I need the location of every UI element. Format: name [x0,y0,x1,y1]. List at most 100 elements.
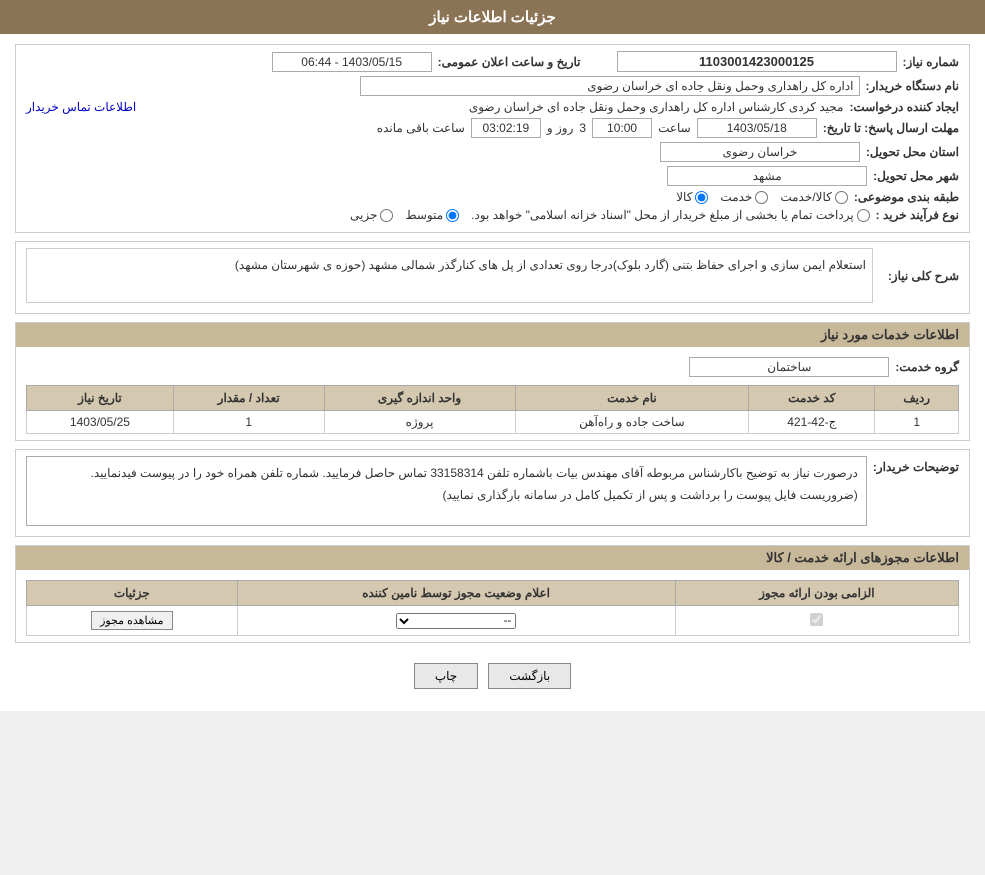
buyer-org-value: اداره کل راهداری وحمل ونقل جاده ای خراسا… [360,76,860,96]
purchase-radio-jozi[interactable] [380,209,393,222]
purchase-type-row: نوع فرآیند خرید : پرداخت تمام یا بخشی از… [26,208,959,222]
perm-status-cell: -- [237,606,675,636]
main-content: شماره نیاز: 1103001423000125 تاریخ و ساع… [0,34,985,711]
cell-date: 1403/05/25 [27,411,174,434]
deadline-label: مهلت ارسال پاسخ: تا تاریخ: [823,121,959,135]
notes-row: توضیحات خریدار: درصورت نیاز به توضیح باک… [26,456,959,526]
purchase-type-label: نوع فرآیند خرید : [876,208,959,222]
service-group-value: ساختمان [689,357,889,377]
creator-value: مجید کردی کارشناس اداره کل راهداری وحمل … [142,100,843,114]
bottom-buttons: بازگشت چاپ [15,651,970,701]
purchase-label-jozi: جزیی [350,208,377,222]
purchase-option-jozi: جزیی [350,208,393,222]
top-info: شماره نیاز: 1103001423000125 تاریخ و ساع… [16,45,969,232]
col-unit: واحد اندازه گیری [324,386,515,411]
perm-status-select[interactable]: -- [396,613,516,629]
service-group-label: گروه خدمت: [895,360,959,374]
col-row: ردیف [875,386,959,411]
services-inner: گروه خدمت: ساختمان ردیف کد خدمت نام خدمت… [16,351,969,440]
notes-label: توضیحات خریدار: [873,456,959,474]
col-date: تاریخ نیاز [27,386,174,411]
need-number-row: شماره نیاز: 1103001423000125 تاریخ و ساع… [26,51,959,72]
perm-required-checkbox [810,613,823,626]
back-button[interactable]: بازگشت [488,663,571,689]
category-radio-kala-khedmat[interactable] [835,191,848,204]
buyer-org-row: نام دستگاه خریدار: اداره کل راهداری وحمل… [26,76,959,96]
category-radio-kala[interactable] [695,191,708,204]
perm-table-header-row: الزامی بودن ارائه مجوز اعلام وضعیت مجوز … [27,581,959,606]
deadline-time-label: ساعت [658,121,691,135]
purchase-label-motavaset: متوسط [405,208,443,222]
perm-col-details: جزئیات [27,581,238,606]
view-permit-button[interactable]: مشاهده مجوز [91,611,172,630]
basic-info-section: شماره نیاز: 1103001423000125 تاریخ و ساع… [15,44,970,233]
city-row: شهر محل تحویل: مشهد [26,166,959,186]
print-button[interactable]: چاپ [414,663,478,689]
contact-link[interactable]: اطلاعات تماس خریدار [26,100,136,114]
purchase-label-note: پرداخت تمام یا بخشی از مبلغ خریدار از مح… [471,208,854,222]
perm-col-status: اعلام وضعیت مجوز توسط نامین کننده [237,581,675,606]
need-number-value: 1103001423000125 [617,51,897,72]
purchase-radio-motavaset[interactable] [446,209,459,222]
purchase-option-motavaset: متوسط [405,208,459,222]
cell-quantity: 1 [173,411,324,434]
page-wrapper: جزئیات اطلاعات نیاز شماره نیاز: 11030014… [0,0,985,711]
purchase-radio-note[interactable] [857,209,870,222]
announce-datetime-label: تاریخ و ساعت اعلان عمومی: [438,55,581,69]
services-section-title: اطلاعات خدمات مورد نیاز [16,323,969,347]
purchase-type-radio-group: پرداخت تمام یا بخشی از مبلغ خریدار از مح… [350,208,870,222]
perm-details-cell: مشاهده مجوز [27,606,238,636]
creator-label: ایجاد کننده درخواست: [849,100,959,114]
col-quantity: تعداد / مقدار [173,386,324,411]
purchase-option-note: پرداخت تمام یا بخشی از مبلغ خریدار از مح… [471,208,870,222]
permissions-section-title: اطلاعات مجوزهای ارائه خدمت / کالا [16,546,969,570]
services-table-header-row: ردیف کد خدمت نام خدمت واحد اندازه گیری ت… [27,386,959,411]
province-value: خراسان رضوی [660,142,860,162]
category-label-khedmat: خدمت [720,190,752,204]
announce-datetime-value: 1403/05/15 - 06:44 [272,52,432,72]
description-section: شرح کلی نیاز: استعلام ایمن سازی و اجرای … [15,241,970,314]
deadline-days-value: 3 [579,121,586,135]
province-label: استان محل تحویل: [866,145,959,159]
col-name: نام خدمت [515,386,749,411]
creator-row: ایجاد کننده درخواست: مجید کردی کارشناس ا… [26,100,959,114]
permissions-inner: الزامی بودن ارائه مجوز اعلام وضعیت مجوز … [16,574,969,642]
col-code: کد خدمت [749,386,875,411]
notes-section: توضیحات خریدار: درصورت نیاز به توضیح باک… [15,449,970,537]
cell-name: ساخت جاده و راه‌آهن [515,411,749,434]
category-row: طبقه بندی موضوعی: کالا/خدمت خدمت کالا [26,190,959,204]
category-label-kala: کالا [676,190,692,204]
category-label: طبقه بندی موضوعی: [854,190,959,204]
description-value: استعلام ایمن سازی و اجرای حفاظ بتنی (گار… [26,248,873,303]
remaining-label: ساعت باقی مانده [377,121,465,135]
perm-table-row: -- مشاهده مجوز [27,606,959,636]
permissions-table: الزامی بودن ارائه مجوز اعلام وضعیت مجوز … [26,580,959,636]
deadline-date-value: 1403/05/18 [697,118,817,138]
city-value: مشهد [667,166,867,186]
deadline-days-label: روز و [547,121,574,135]
province-row: استان محل تحویل: خراسان رضوی [26,142,959,162]
services-section: اطلاعات خدمات مورد نیاز گروه خدمت: ساختم… [15,322,970,441]
deadline-row: مهلت ارسال پاسخ: تا تاریخ: 1403/05/18 سا… [26,118,959,138]
category-option-kala: کالا [676,190,708,204]
services-table: ردیف کد خدمت نام خدمت واحد اندازه گیری ت… [26,385,959,434]
buyer-org-label: نام دستگاه خریدار: [866,79,960,93]
notes-value: درصورت نیاز به توضیح باکارشناس مربوطه آق… [26,456,867,526]
need-number-label: شماره نیاز: [903,55,959,69]
description-label: شرح کلی نیاز: [879,269,959,283]
permissions-section: اطلاعات مجوزهای ارائه خدمت / کالا الزامی… [15,545,970,643]
page-title: جزئیات اطلاعات نیاز [429,9,556,26]
perm-col-required: الزامی بودن ارائه مجوز [675,581,958,606]
category-label-kala-khedmat: کالا/خدمت [780,190,831,204]
category-option-kala-khedmat: کالا/خدمت [780,190,847,204]
perm-required-cell [675,606,958,636]
service-group-row: گروه خدمت: ساختمان [26,357,959,377]
cell-row: 1 [875,411,959,434]
description-row: شرح کلی نیاز: استعلام ایمن سازی و اجرای … [26,248,959,303]
category-radio-group: کالا/خدمت خدمت کالا [676,190,848,204]
category-radio-khedmat[interactable] [755,191,768,204]
deadline-time-value: 10:00 [592,118,652,138]
services-table-row: 1 ج-42-421 ساخت جاده و راه‌آهن پروژه 1 1… [27,411,959,434]
cell-code: ج-42-421 [749,411,875,434]
description-inner: شرح کلی نیاز: استعلام ایمن سازی و اجرای … [16,242,969,313]
